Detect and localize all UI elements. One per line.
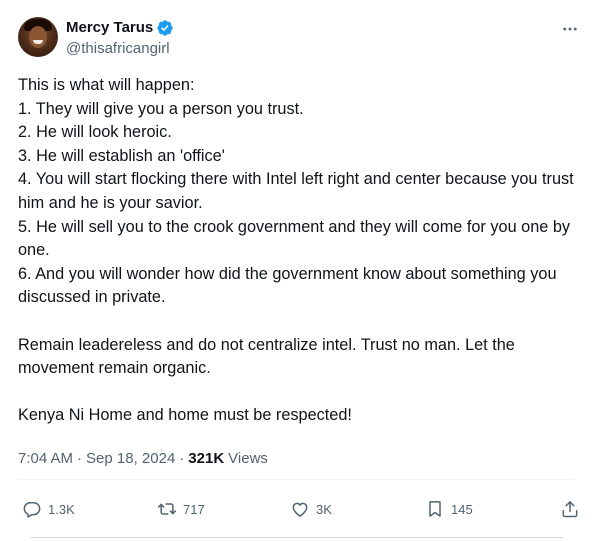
reply-count: 1.3K <box>48 501 75 517</box>
more-horizontal-icon[interactable] <box>559 18 581 40</box>
repost-button[interactable]: 717 <box>157 497 205 521</box>
repost-arrows-icon <box>157 499 177 519</box>
repost-count: 717 <box>183 501 205 517</box>
like-count: 3K <box>316 501 332 517</box>
author-name-row: Mercy Tarus <box>66 18 174 38</box>
author-display-name[interactable]: Mercy Tarus <box>66 19 153 36</box>
tweet-card: Mercy Tarus @thisafricangirl This is wha… <box>0 0 593 541</box>
bookmark-count: 145 <box>451 501 473 517</box>
tweet-time[interactable]: 7:04 AM <box>18 450 73 467</box>
verified-badge-icon <box>156 19 174 37</box>
tweet-meta: 7:04 AM · Sep 18, 2024 · 321K Views <box>18 448 268 468</box>
author-avatar[interactable] <box>18 17 58 57</box>
bookmark-icon <box>425 499 445 519</box>
bookmark-button[interactable]: 145 <box>425 497 473 521</box>
author-name-block: Mercy Tarus @thisafricangirl <box>66 18 174 57</box>
share-button[interactable] <box>560 497 580 521</box>
views-count: 321K <box>188 449 225 467</box>
action-bar: 1.3K 717 3K 145 <box>0 497 593 521</box>
reply-bubble-icon <box>22 499 42 519</box>
tweet-date[interactable]: Sep 18, 2024 <box>86 450 175 467</box>
reply-button[interactable]: 1.3K <box>22 497 75 521</box>
meta-separator: · <box>179 449 185 467</box>
like-button[interactable]: 3K <box>290 497 332 521</box>
author-handle[interactable]: @thisafricangirl <box>66 40 174 57</box>
heart-icon <box>290 499 310 519</box>
bottom-divider <box>30 537 563 538</box>
avatar-face <box>29 26 47 48</box>
views-label: Views <box>228 449 268 467</box>
tweet-header: Mercy Tarus @thisafricangirl <box>18 15 174 59</box>
divider <box>18 479 575 480</box>
tweet-text: This is what will happen: 1. They will g… <box>18 76 574 425</box>
share-upload-icon <box>560 499 580 519</box>
meta-separator: · <box>77 449 83 467</box>
